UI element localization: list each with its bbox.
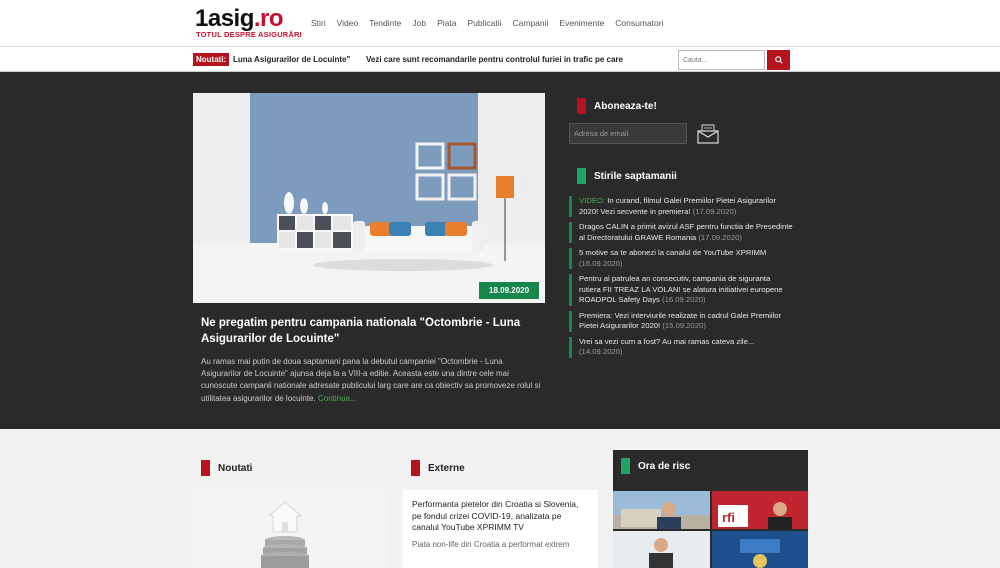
weekly-heading: Stirile saptamanii <box>577 168 677 184</box>
noutati-heading: Noutati <box>201 460 252 476</box>
main-nav: Stiri Video Tendinte Job Piata Publicati… <box>311 18 663 28</box>
ticker-item[interactable]: Vezi care sunt recomandarile pentru cont… <box>366 55 623 64</box>
risc-title: Ora de risc <box>638 460 691 472</box>
hero-title[interactable]: Ne pregatim pentru campania nationala "O… <box>201 315 546 347</box>
nav-campanii[interactable]: Campanii <box>513 18 549 28</box>
nav-evenimente[interactable]: Evenimente <box>559 18 604 28</box>
ticker-item[interactable]: Luna Asigurarilor de Locuinte" <box>233 55 350 64</box>
nav-job[interactable]: Job <box>412 18 426 28</box>
externe-card-title[interactable]: Performanta pietelor din Croatia si Slov… <box>412 499 589 534</box>
svg-text:rfi: rfi <box>722 510 735 525</box>
living-room-illustration <box>193 93 545 303</box>
hero-summary: Au ramas mai putin de doua saptamani pan… <box>201 356 541 405</box>
list-item[interactable]: Premiera: Vezi interviurile realizate in… <box>569 310 794 332</box>
subscribe-button[interactable] <box>696 123 720 145</box>
list-item[interactable]: Vrei sa vezi cum a fost? Au mai ramas ca… <box>569 336 794 358</box>
externe-card[interactable]: Performanta pietelor din Croatia si Slov… <box>403 490 598 568</box>
news-ticker: Noutati: Luna Asigurarilor de Locuinte" … <box>0 47 1000 72</box>
ticker-label: Noutati: <box>193 53 230 66</box>
risc-heading: Ora de risc <box>621 458 690 474</box>
video-thumbnail[interactable] <box>613 530 710 568</box>
externe-heading: Externe <box>411 460 465 476</box>
heading-bar <box>577 168 586 184</box>
nav-publicatii[interactable]: Publicatii <box>467 18 501 28</box>
video-thumbnails: rfi <box>613 491 808 568</box>
list-item[interactable]: Pentru al patrulea an consecutiv, campan… <box>569 274 794 306</box>
envelope-icon <box>697 124 719 144</box>
logo-tagline: TOTUL DESPRE ASIGURĂRI <box>196 30 302 39</box>
heading-bar <box>201 460 210 476</box>
weekly-news-list: VIDEO: In curand, filmul Galei Premiilor… <box>569 196 794 363</box>
noutati-title: Noutati <box>218 462 253 474</box>
site-logo[interactable]: 1asig.ro TOTUL DESPRE ASIGURĂRI <box>195 5 302 40</box>
house-coins-illustration <box>193 490 387 568</box>
nav-piata[interactable]: Piata <box>437 18 456 28</box>
hero-image[interactable] <box>193 93 545 303</box>
externe-card-snippet: Piata non-life din Croatia a performat e… <box>412 539 570 549</box>
featured-section: 18.09.2020 Ne pregatim pentru campania n… <box>0 72 1000 429</box>
heading-bar <box>621 458 630 474</box>
email-field[interactable] <box>569 123 687 144</box>
nav-video[interactable]: Video <box>337 18 359 28</box>
site-header: 1asig.ro TOTUL DESPRE ASIGURĂRI Stiri Vi… <box>0 0 1000 47</box>
ora-de-risc-panel: Ora de risc rfi <box>613 450 808 568</box>
list-item[interactable]: 5 motive sa te abonezi la canalul de You… <box>569 248 794 269</box>
subscribe-heading: Aboneaza-te! <box>577 98 657 114</box>
heading-bar <box>577 98 586 114</box>
subscribe-title: Aboneaza-te! <box>594 100 657 112</box>
hero-summary-text: Au ramas mai putin de doua saptamani pan… <box>201 357 541 403</box>
search-button[interactable] <box>767 50 790 70</box>
heading-bar <box>411 460 420 476</box>
video-thumbnail[interactable] <box>613 491 710 529</box>
externe-title: Externe <box>428 462 465 474</box>
list-item[interactable]: VIDEO: In curand, filmul Galei Premiilor… <box>569 196 794 217</box>
weekly-title: Stirile saptamanii <box>594 170 677 182</box>
hero-date-badge: 18.09.2020 <box>479 282 540 299</box>
logo-text: 1asig <box>195 5 254 32</box>
nav-stiri[interactable]: Stiri <box>311 18 326 28</box>
search-icon <box>774 56 783 64</box>
list-item[interactable]: Dragos CALIN a primit avizul ASF pentru … <box>569 222 794 243</box>
video-thumbnail[interactable] <box>711 530 808 568</box>
video-thumbnail[interactable]: rfi <box>711 491 808 529</box>
noutati-card-image[interactable] <box>193 490 387 568</box>
nav-tendinte[interactable]: Tendinte <box>369 18 401 28</box>
nav-consumatori[interactable]: Consumatori <box>615 18 663 28</box>
search-input[interactable] <box>678 50 765 70</box>
logo-domain: .ro <box>253 5 284 32</box>
read-more-link[interactable]: Continua... <box>318 394 357 403</box>
